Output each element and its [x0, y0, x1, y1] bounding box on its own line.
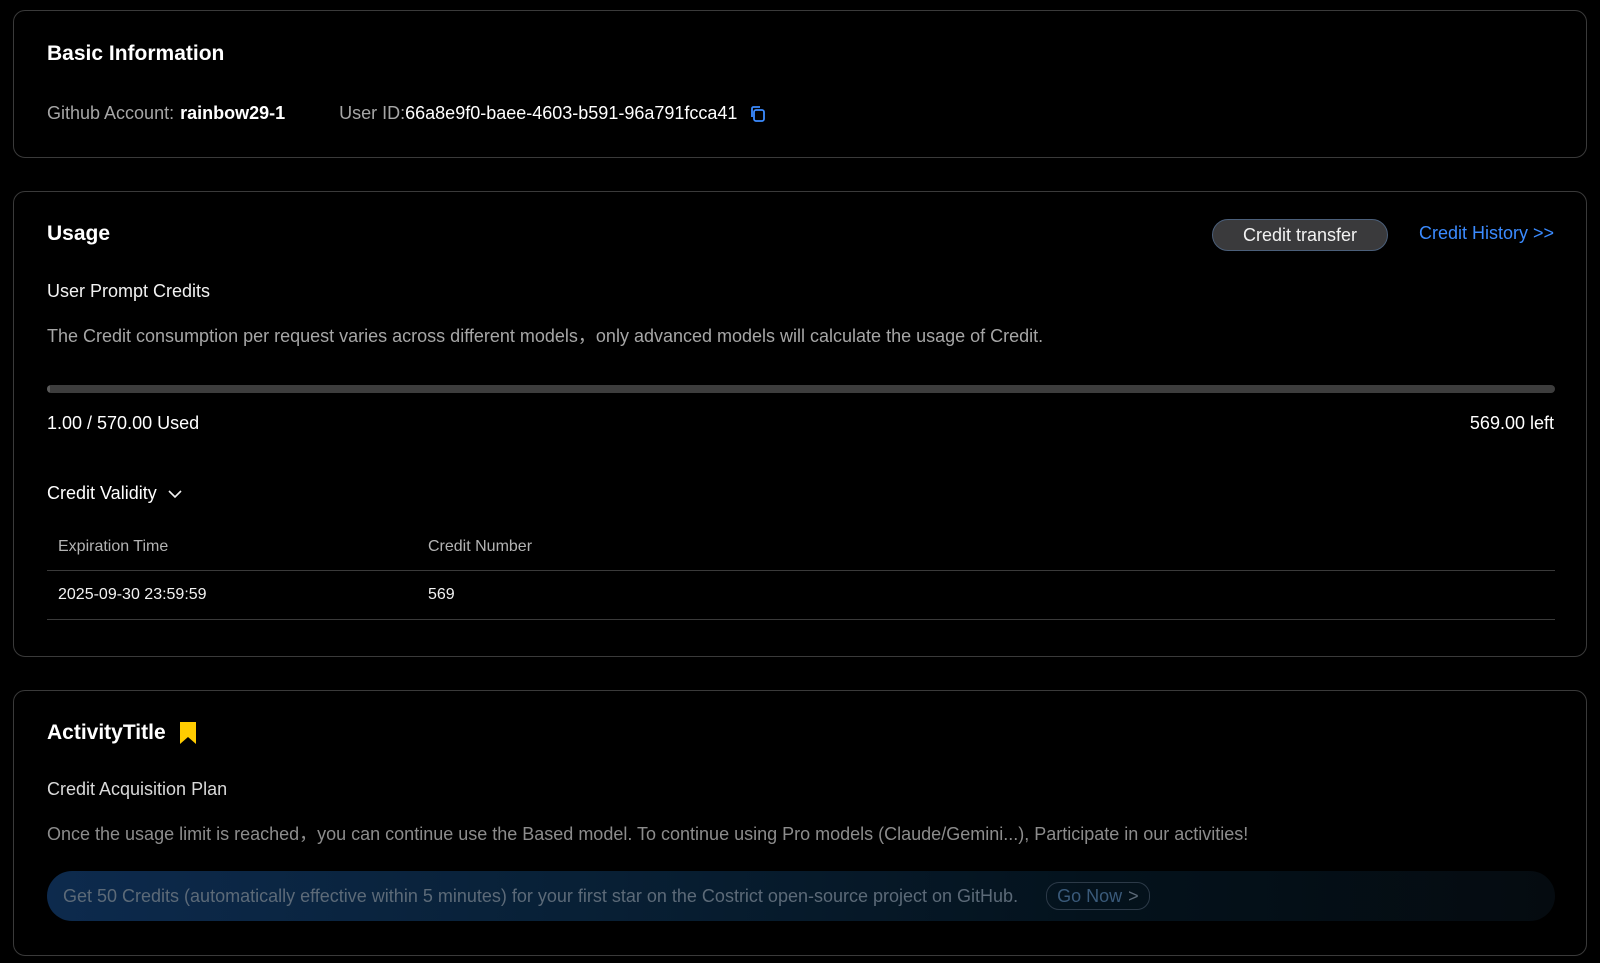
credit-validity-toggle[interactable]: Credit Validity — [47, 483, 183, 504]
account-page: Basic Information Github Account: rainbo… — [0, 0, 1600, 963]
basic-information-card: Basic Information Github Account: rainbo… — [13, 10, 1587, 158]
credit-history-link[interactable]: Credit History >> — [1419, 223, 1554, 244]
user-id-value: 66a8e9f0-baee-4603-b591-96a791fcca41 — [405, 103, 738, 123]
credit-transfer-button[interactable]: Credit transfer — [1212, 219, 1388, 251]
credit-acquisition-plan-label: Credit Acquisition Plan — [47, 779, 228, 799]
credits-used-text: 1.00 / 570.00 Used — [47, 413, 200, 433]
promo-text: Get 50 Credits (automatically effective … — [63, 885, 1019, 906]
copy-icon[interactable] — [749, 105, 767, 123]
go-now-button[interactable]: Go Now > — [1046, 882, 1150, 910]
table-header-row: Expiration Time Credit Number — [47, 524, 1555, 571]
credit-validity-label: Credit Validity — [47, 483, 157, 503]
basic-information-title: Basic Information — [47, 42, 225, 65]
github-account-value: rainbow29-1 — [180, 103, 286, 123]
credit-usage-progress-bar — [47, 385, 1555, 393]
usage-title: Usage — [47, 222, 111, 245]
go-now-label: Go Now — [1057, 885, 1123, 906]
expiration-time-cell: 2025-09-30 23:59:59 — [58, 586, 207, 603]
activity-title: ActivityTitle — [47, 721, 166, 744]
activity-title-row: ActivityTitle — [47, 721, 198, 745]
column-header-expiration-time: Expiration Time — [58, 538, 169, 555]
github-account-label: Github Account: — [47, 103, 175, 123]
table-row: 2025-09-30 23:59:59 569 — [47, 571, 1555, 620]
promo-banner: Get 50 Credits (automatically effective … — [47, 871, 1555, 921]
credit-consumption-description: The Credit consumption per request varie… — [47, 326, 1044, 346]
chevron-right-icon: > — [1128, 885, 1139, 906]
credit-number-cell: 569 — [428, 586, 455, 603]
column-header-credit-number: Credit Number — [428, 538, 533, 555]
chevron-down-icon — [167, 486, 183, 502]
credit-validity-table: Expiration Time Credit Number 2025-09-30… — [47, 524, 1555, 620]
activity-description: Once the usage limit is reached，you can … — [47, 824, 1249, 844]
user-id-label: User ID: — [339, 103, 406, 123]
basic-info-row: Github Account: rainbow29-1 User ID: 66a… — [47, 103, 767, 124]
bookmark-icon — [178, 721, 198, 745]
credit-usage-progress-fill — [47, 385, 50, 393]
usage-card: Usage Credit transfer Credit History >> … — [13, 191, 1587, 657]
credits-left-text: 569.00 left — [1469, 413, 1554, 433]
user-prompt-credits-label: User Prompt Credits — [47, 281, 211, 301]
activity-card: ActivityTitle Credit Acquisition Plan On… — [13, 690, 1587, 956]
